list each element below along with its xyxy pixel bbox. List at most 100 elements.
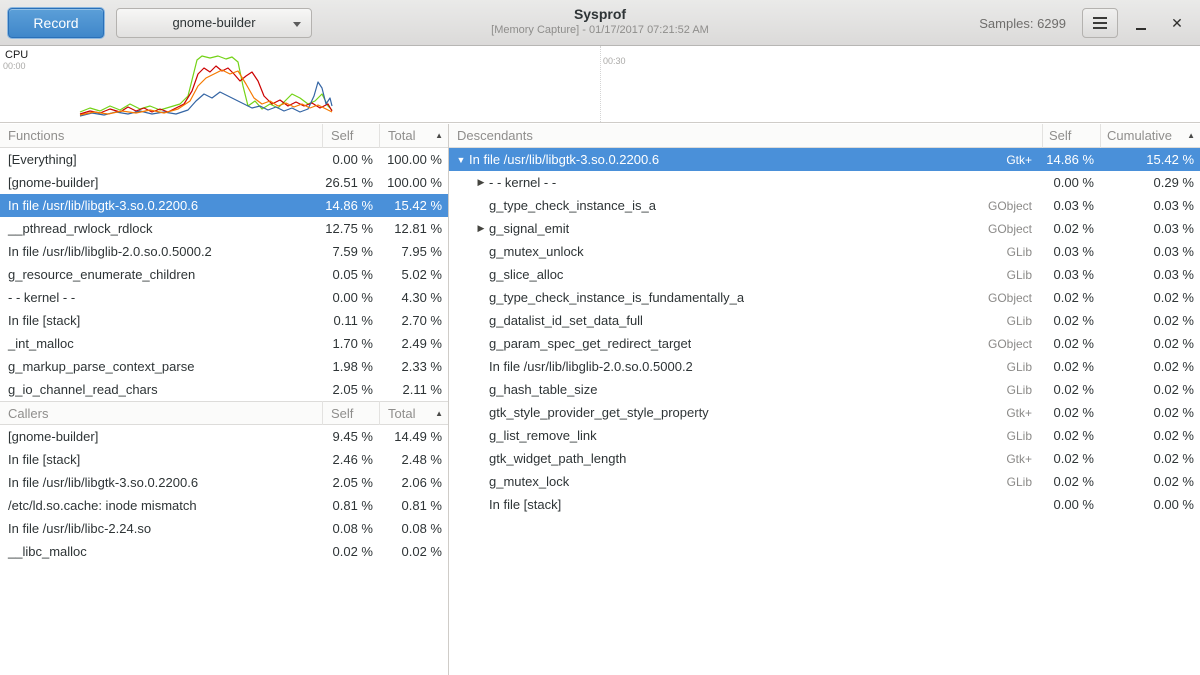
self-percent: 0.02 % [1042,286,1100,309]
self-percent: 1.70 % [322,332,379,355]
table-row[interactable]: [Everything] 0.00 % 100.00 % [0,148,448,171]
process-selector-label: gnome-builder [172,15,255,30]
function-name: In file [stack] [0,309,322,332]
table-row[interactable]: g_hash_table_size GLib 0.02 % 0.02 % [449,378,1200,401]
total-percent: 0.81 % [379,494,448,517]
hamburger-icon [1093,17,1107,29]
self-percent: 0.02 % [1042,378,1100,401]
expander-icon[interactable]: ▶ [475,223,487,234]
table-row[interactable]: g_type_check_instance_is_fundamentally_a… [449,286,1200,309]
table-row[interactable]: In file /usr/lib/libglib-2.0.so.0.5000.2… [0,240,448,263]
header-bar: Record gnome-builder Sysprof [Memory Cap… [0,0,1200,46]
table-row[interactable]: In file /usr/lib/libgtk-3.so.0.2200.6 14… [0,194,448,217]
function-name: g_list_remove_link [489,428,597,443]
table-row[interactable]: g_io_channel_read_chars 2.05 % 2.11 % [0,378,448,401]
table-row[interactable]: gtk_widget_path_length Gtk+ 0.02 % 0.02 … [449,447,1200,470]
table-row[interactable]: ▶ - - kernel - - 0.00 % 0.29 % [449,171,1200,194]
record-button[interactable]: Record [8,8,104,38]
library-badge: GLib [1007,383,1042,397]
callers-column-header[interactable]: Callers [0,401,322,425]
library-badge: GObject [988,222,1042,236]
table-row[interactable]: /etc/ld.so.cache: inode mismatch 0.81 % … [0,494,448,517]
table-row[interactable]: In file /usr/lib/libglib-2.0.so.0.5000.2… [449,355,1200,378]
descendant-name-cell: g_param_spec_get_redirect_target GObject [449,332,1042,355]
table-row[interactable]: gtk_style_provider_get_style_property Gt… [449,401,1200,424]
table-row[interactable]: ▶ g_signal_emit GObject 0.02 % 0.03 % [449,217,1200,240]
table-row[interactable]: g_mutex_unlock GLib 0.03 % 0.03 % [449,240,1200,263]
library-badge: Gtk+ [1006,153,1042,167]
sysprof-window: Record gnome-builder Sysprof [Memory Cap… [0,0,1200,675]
sort-ascending-icon: ▲ [1187,131,1195,140]
table-row[interactable]: g_mutex_lock GLib 0.02 % 0.02 % [449,470,1200,493]
table-row[interactable]: In file /usr/lib/libgtk-3.so.0.2200.6 2.… [0,471,448,494]
function-name: g_slice_alloc [489,267,563,282]
total-percent: 5.02 % [379,263,448,286]
function-name: g_datalist_id_set_data_full [489,313,643,328]
table-row[interactable]: __pthread_rwlock_rdlock 12.75 % 12.81 % [0,217,448,240]
table-row[interactable]: In file [stack] 0.00 % 0.00 % [449,493,1200,516]
self-percent: 0.81 % [322,494,379,517]
table-row[interactable]: g_param_spec_get_redirect_target GObject… [449,332,1200,355]
cumulative-percent: 0.02 % [1100,378,1200,401]
sort-ascending-icon: ▲ [435,131,443,140]
self-percent: 2.46 % [322,448,379,471]
table-row[interactable]: g_slice_alloc GLib 0.03 % 0.03 % [449,263,1200,286]
self-percent: 0.03 % [1042,240,1100,263]
expander-icon[interactable]: ▼ [455,155,467,165]
total-percent: 2.49 % [379,332,448,355]
function-name: g_io_channel_read_chars [0,378,322,401]
self-percent: 0.02 % [1042,470,1100,493]
total-percent: 14.49 % [379,425,448,448]
close-button[interactable]: ✕ [1164,8,1190,38]
minimize-button[interactable] [1128,8,1154,38]
callers-self-column-header[interactable]: Self [322,401,379,425]
table-row[interactable]: g_resource_enumerate_children 0.05 % 5.0… [0,263,448,286]
table-row[interactable]: _int_malloc 1.70 % 2.49 % [0,332,448,355]
table-row[interactable]: g_type_check_instance_is_a GObject 0.03 … [449,194,1200,217]
cpu-timeline[interactable]: CPU 00:00 00:30 [0,46,1200,123]
table-row[interactable]: [gnome-builder] 9.45 % 14.49 % [0,425,448,448]
callers-total-column-header[interactable]: Total ▲ [379,401,448,425]
descendant-name-cell: In file [stack] [449,493,1042,516]
menu-button[interactable] [1082,8,1118,38]
descendant-name-cell: gtk_widget_path_length Gtk+ [449,447,1042,470]
library-badge: GLib [1007,475,1042,489]
cumulative-percent: 15.42 % [1100,148,1200,171]
table-row[interactable]: __libc_malloc 0.02 % 0.02 % [0,540,448,563]
function-name: - - kernel - - [0,286,322,309]
table-row[interactable]: In file [stack] 0.11 % 2.70 % [0,309,448,332]
library-badge: GLib [1007,314,1042,328]
time-label-mid: 00:30 [603,56,626,66]
table-row[interactable]: [gnome-builder] 26.51 % 100.00 % [0,171,448,194]
self-percent: 0.00 % [1042,493,1100,516]
functions-column-header[interactable]: Functions [0,124,322,148]
library-badge: Gtk+ [1006,452,1042,466]
descendant-name-cell: ▶ - - kernel - - [449,171,1042,194]
descendants-self-column-header[interactable]: Self [1042,124,1100,148]
self-percent: 0.00 % [322,286,379,309]
table-row[interactable]: - - kernel - - 0.00 % 4.30 % [0,286,448,309]
table-row[interactable]: In file /usr/lib/libc-2.24.so 0.08 % 0.0… [0,517,448,540]
table-row[interactable]: ▼ In file /usr/lib/libgtk-3.so.0.2200.6 … [449,148,1200,171]
functions-self-column-header[interactable]: Self [322,124,379,148]
self-percent: 0.03 % [1042,194,1100,217]
expander-icon[interactable]: ▶ [475,177,487,188]
functions-total-column-header[interactable]: Total ▲ [379,124,448,148]
table-row[interactable]: g_datalist_id_set_data_full GLib 0.02 % … [449,309,1200,332]
self-percent: 9.45 % [322,425,379,448]
process-selector-dropdown[interactable]: gnome-builder [116,8,312,38]
function-name: __libc_malloc [0,540,322,563]
table-row[interactable]: g_list_remove_link GLib 0.02 % 0.02 % [449,424,1200,447]
total-percent: 100.00 % [379,171,448,194]
right-pane: Descendants Self Cumulative ▲ ▼ In file … [449,124,1200,675]
total-percent: 2.06 % [379,471,448,494]
total-column-label: Total [388,406,415,421]
function-name: gtk_style_provider_get_style_property [489,405,709,420]
function-name: g_type_check_instance_is_fundamentally_a [489,290,744,305]
table-row[interactable]: In file [stack] 2.46 % 2.48 % [0,448,448,471]
descendant-name-cell: ▼ In file /usr/lib/libgtk-3.so.0.2200.6 … [449,148,1042,171]
table-row[interactable]: g_markup_parse_context_parse 1.98 % 2.33… [0,355,448,378]
function-name: g_param_spec_get_redirect_target [489,336,691,351]
descendants-column-header[interactable]: Descendants [449,124,1042,148]
descendants-cumulative-column-header[interactable]: Cumulative ▲ [1100,124,1200,148]
